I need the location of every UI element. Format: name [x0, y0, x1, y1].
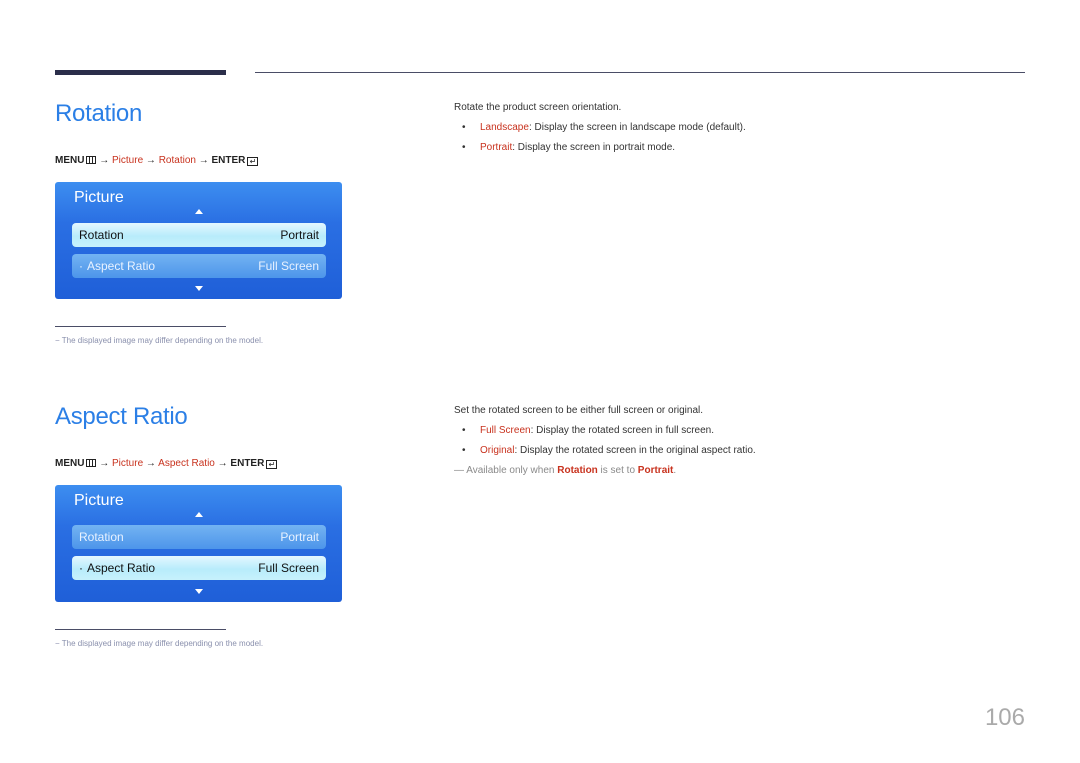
note-text: is set to: [597, 465, 638, 476]
path-picture: Picture: [112, 458, 144, 469]
bullet-icon: •: [462, 122, 466, 133]
header-rule: [255, 72, 1025, 73]
path-picture: Picture: [112, 155, 144, 166]
osd-row-rotation[interactable]: Rotation Portrait: [72, 525, 326, 549]
scroll-down-icon[interactable]: [194, 286, 203, 291]
arrow-icon: →: [217, 458, 228, 469]
note-dash-icon: ―: [454, 465, 464, 476]
scroll-down-icon[interactable]: [194, 589, 203, 594]
osd-title: Picture: [74, 189, 124, 206]
bullet-text: : Display the rotated screen in the orig…: [514, 445, 756, 456]
menu-icon: [86, 459, 97, 467]
note-term-portrait: Portrait: [637, 465, 674, 476]
footnote-aspect-ratio: − The displayed image may differ dependi…: [55, 639, 264, 648]
scroll-up-icon[interactable]: [194, 209, 203, 214]
arrow-icon: →: [99, 155, 110, 166]
row-dot-icon: ·: [79, 561, 83, 575]
enter-label: ENTER: [211, 155, 246, 166]
bullet-term: Portrait: [480, 142, 513, 153]
header-bar-thick: [55, 70, 226, 75]
path-aspect-ratio: Aspect Ratio: [158, 458, 215, 469]
bullet-original: • Original: Display the rotated screen in…: [462, 445, 756, 456]
row-value: Full Screen: [258, 561, 319, 575]
row-value: Full Screen: [258, 259, 319, 273]
osd-picture-menu-aspect-ratio: Picture Rotation Portrait · Aspect Ratio …: [55, 485, 342, 602]
menu-label: MENU: [55, 155, 85, 166]
osd-row-aspect-ratio[interactable]: · Aspect Ratio Full Screen: [72, 556, 326, 580]
menu-path-aspect-ratio: MENU → Picture → Aspect Ratio → ENTER ↵: [55, 458, 278, 469]
row-label: Aspect Ratio: [87, 561, 156, 575]
bullet-text: : Display the screen in portrait mode.: [512, 142, 676, 153]
path-rotation: Rotation: [158, 155, 196, 166]
enter-icon: ↵: [247, 157, 259, 166]
menu-label: MENU: [55, 458, 85, 469]
footnote-text: The displayed image may differ depending…: [61, 336, 264, 345]
footnote-rule: [55, 326, 226, 327]
description-rotation: Rotate the product screen orientation.: [454, 102, 622, 113]
osd-picture-menu-rotation: Picture Rotation Portrait · Aspect Ratio …: [55, 182, 342, 299]
bullet-term: Landscape: [480, 122, 529, 133]
note-text: .: [673, 465, 677, 476]
row-value: Portrait: [280, 228, 319, 242]
bullet-text: : Display the screen in landscape mode (…: [528, 122, 746, 133]
bullet-landscape: • Landscape: Display the screen in landsc…: [462, 122, 746, 133]
page-number: 106: [984, 704, 1025, 731]
note-text: Available only when: [466, 465, 558, 476]
availability-note: ― Available only when Rotation is set to…: [454, 465, 676, 476]
arrow-icon: →: [99, 458, 110, 469]
enter-icon: ↵: [266, 460, 278, 469]
menu-path-rotation: MENU → Picture → Rotation → ENTER ↵: [55, 155, 259, 166]
section-title-aspect-ratio: Aspect Ratio: [55, 403, 188, 430]
osd-row-rotation[interactable]: Rotation Portrait: [72, 223, 326, 247]
section-title-rotation: Rotation: [55, 100, 142, 127]
row-label: Aspect Ratio: [87, 259, 156, 273]
footnote-text: The displayed image may differ depending…: [61, 639, 264, 648]
arrow-icon: →: [198, 155, 209, 166]
enter-label: ENTER: [230, 458, 265, 469]
row-dot-icon: ·: [79, 259, 83, 273]
bullet-icon: •: [462, 425, 466, 436]
osd-title: Picture: [74, 492, 124, 509]
description-aspect-ratio: Set the rotated screen to be either full…: [454, 405, 704, 416]
bullet-icon: •: [462, 445, 466, 456]
bullet-term: Full Screen: [480, 425, 531, 436]
bullet-portrait: • Portrait: Display the screen in portrai…: [462, 142, 675, 153]
bullet-text: : Display the rotated screen in full scr…: [530, 425, 715, 436]
bullet-full-screen: • Full Screen: Display the rotated screen…: [462, 425, 714, 436]
row-value: Portrait: [280, 530, 319, 544]
bullet-term: Original: [480, 445, 515, 456]
row-label: Rotation: [79, 530, 124, 544]
osd-row-aspect-ratio[interactable]: · Aspect Ratio Full Screen: [72, 254, 326, 278]
row-label: Rotation: [79, 228, 124, 242]
footnote-rotation: − The displayed image may differ dependi…: [55, 336, 264, 345]
bullet-icon: •: [462, 142, 466, 153]
menu-icon: [86, 156, 97, 164]
note-term-rotation: Rotation: [557, 465, 598, 476]
arrow-icon: →: [145, 155, 156, 166]
scroll-up-icon[interactable]: [194, 512, 203, 517]
footnote-rule: [55, 629, 226, 630]
arrow-icon: →: [145, 458, 156, 469]
